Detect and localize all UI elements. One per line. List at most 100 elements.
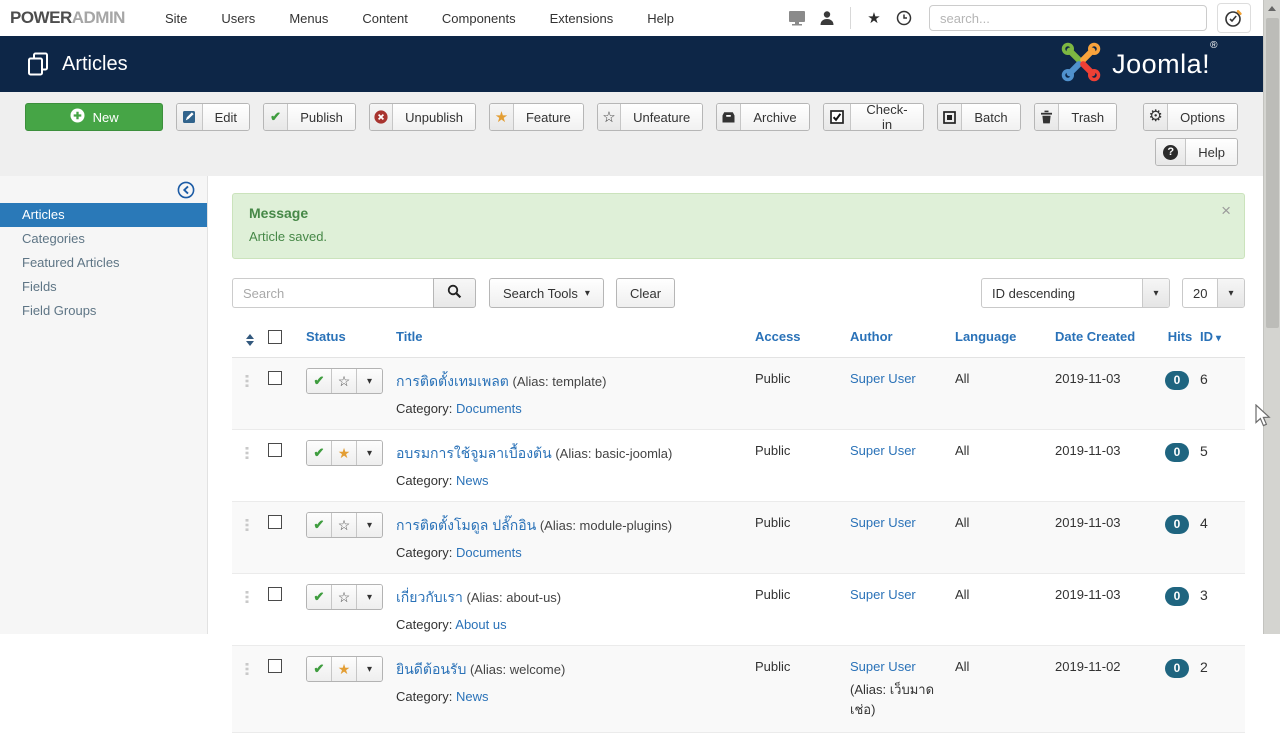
status-dropdown-button[interactable]: ▾	[357, 369, 382, 393]
drag-handle[interactable]	[244, 664, 250, 679]
new-button[interactable]: New	[25, 103, 163, 131]
admin-search-input[interactable]	[929, 5, 1207, 31]
column-language[interactable]: Language	[955, 318, 1055, 358]
drag-handle[interactable]	[244, 376, 250, 391]
help-button[interactable]: ? Help	[1155, 138, 1238, 166]
column-date-created[interactable]: Date Created	[1055, 318, 1160, 358]
sort-order-select[interactable]: ID descending ▾	[981, 278, 1170, 308]
sidebar-item-categories[interactable]: Categories	[0, 227, 207, 251]
menu-components[interactable]: Components	[442, 11, 516, 26]
publish-toggle-button[interactable]: ✔	[307, 441, 332, 465]
language-value: All	[955, 646, 1055, 733]
menu-extensions[interactable]: Extensions	[550, 11, 614, 26]
status-dropdown-button[interactable]: ▾	[357, 441, 382, 465]
sidebar-item-fields[interactable]: Fields	[0, 275, 207, 299]
publish-toggle-button[interactable]: ✔	[307, 369, 332, 393]
column-author[interactable]: Author	[850, 318, 955, 358]
author-link[interactable]: Super User	[850, 443, 916, 458]
publish-toggle-button[interactable]: ✔	[307, 513, 332, 537]
column-access[interactable]: Access	[755, 318, 850, 358]
status-dropdown-button[interactable]: ▾	[357, 585, 382, 609]
article-title-link[interactable]: เกี่ยวกับเรา	[396, 589, 463, 605]
author-link[interactable]: Super User	[850, 659, 916, 674]
category-link[interactable]: Documents	[456, 545, 522, 560]
article-title-link[interactable]: การติดตั้งโมดูล ปลั๊กอิน	[396, 517, 536, 533]
menu-content[interactable]: Content	[362, 11, 408, 26]
sidebar-item-featured-articles[interactable]: Featured Articles	[0, 251, 207, 275]
row-checkbox[interactable]	[268, 515, 282, 529]
menu-menus[interactable]: Menus	[289, 11, 328, 26]
drag-handle[interactable]	[244, 520, 250, 535]
clear-button[interactable]: Clear	[616, 278, 675, 308]
drag-handle[interactable]	[244, 448, 250, 463]
checkin-button[interactable]: Check-in	[823, 103, 924, 131]
row-checkbox[interactable]	[268, 443, 282, 457]
author-link[interactable]: Super User	[850, 587, 916, 602]
close-icon[interactable]: ×	[1221, 202, 1231, 219]
user-icon[interactable]	[812, 10, 842, 26]
feature-toggle-button[interactable]: ★	[332, 657, 357, 681]
feature-toggle-button[interactable]: ★	[332, 441, 357, 465]
vertical-scrollbar[interactable]	[1263, 0, 1280, 634]
feature-button[interactable]: ★ Feature	[489, 103, 584, 131]
archive-button[interactable]: Archive	[716, 103, 809, 131]
category-link[interactable]: About us	[455, 617, 506, 632]
category-link[interactable]: Documents	[456, 401, 522, 416]
scrollbar-up-arrow-icon[interactable]	[1264, 0, 1280, 17]
menu-site[interactable]: Site	[165, 11, 187, 26]
status-dropdown-button[interactable]: ▾	[357, 657, 382, 681]
page-header: Articles Joomla!®	[0, 36, 1263, 92]
search-input[interactable]	[232, 278, 433, 308]
sidebar-item-field-groups[interactable]: Field Groups	[0, 299, 207, 323]
row-checkbox[interactable]	[268, 371, 282, 385]
sidebar-collapse-icon[interactable]	[177, 181, 195, 204]
options-button[interactable]: ⚙ Options	[1143, 103, 1238, 131]
status-dropdown-button[interactable]: ▾	[357, 513, 382, 537]
article-title-link[interactable]: อบรมการใช้จูมลาเบื้องต้น	[396, 445, 552, 461]
unfeature-button[interactable]: ☆ Unfeature	[597, 103, 703, 131]
article-title-link[interactable]: ยินดีต้อนรับ	[396, 661, 466, 677]
access-value: Public	[755, 358, 850, 430]
row-checkbox[interactable]	[268, 587, 282, 601]
trash-button[interactable]: Trash	[1034, 103, 1118, 131]
search-tools-button[interactable]: Search Tools ▾	[489, 278, 604, 308]
column-id[interactable]: ID▾	[1200, 318, 1245, 358]
favorites-star-icon[interactable]: ★	[859, 9, 889, 27]
scrollbar-thumb[interactable]	[1266, 18, 1279, 328]
column-hits[interactable]: Hits	[1160, 318, 1200, 358]
preview-monitor-icon[interactable]	[782, 10, 812, 26]
sidebar-item-articles[interactable]: Articles	[0, 203, 207, 227]
list-limit-select[interactable]: 20 ▾	[1182, 278, 1245, 308]
unpublish-button[interactable]: Unpublish	[369, 103, 476, 131]
drag-handle[interactable]	[244, 592, 250, 607]
topbar-right: ★	[782, 3, 1263, 33]
row-checkbox[interactable]	[268, 659, 282, 673]
article-alias: (Alias: template)	[513, 374, 607, 389]
publish-toggle-button[interactable]: ✔	[307, 657, 332, 681]
poweradmin-logo[interactable]: POWERADMIN	[10, 8, 125, 28]
clock-icon[interactable]	[889, 10, 919, 26]
search-submit-button[interactable]	[433, 278, 476, 308]
publish-toggle-button[interactable]: ✔	[307, 585, 332, 609]
edit-button[interactable]: Edit	[176, 103, 250, 131]
publish-button[interactable]: ✔ Publish	[263, 103, 356, 131]
edit-button-label: Edit	[203, 104, 249, 130]
category-link[interactable]: News	[456, 473, 489, 488]
column-title[interactable]: Title	[396, 318, 755, 358]
feature-toggle-button[interactable]: ☆	[332, 369, 357, 393]
author-link[interactable]: Super User	[850, 371, 916, 386]
task-check-icon[interactable]	[1217, 3, 1251, 33]
feature-toggle-button[interactable]: ☆	[332, 585, 357, 609]
batch-button[interactable]: Batch	[937, 103, 1021, 131]
author-link[interactable]: Super User	[850, 515, 916, 530]
feature-toggle-button[interactable]: ☆	[332, 513, 357, 537]
menu-users[interactable]: Users	[221, 11, 255, 26]
gear-icon: ⚙	[1144, 104, 1168, 130]
article-title-link[interactable]: การติดตั้งเทมเพลต	[396, 373, 509, 389]
column-status[interactable]: Status	[306, 318, 396, 358]
clear-button-label: Clear	[630, 286, 661, 301]
category-link[interactable]: News	[456, 689, 489, 704]
menu-help[interactable]: Help	[647, 11, 674, 26]
ordering-sort-icon[interactable]	[246, 334, 254, 346]
select-all-checkbox[interactable]	[268, 330, 282, 344]
